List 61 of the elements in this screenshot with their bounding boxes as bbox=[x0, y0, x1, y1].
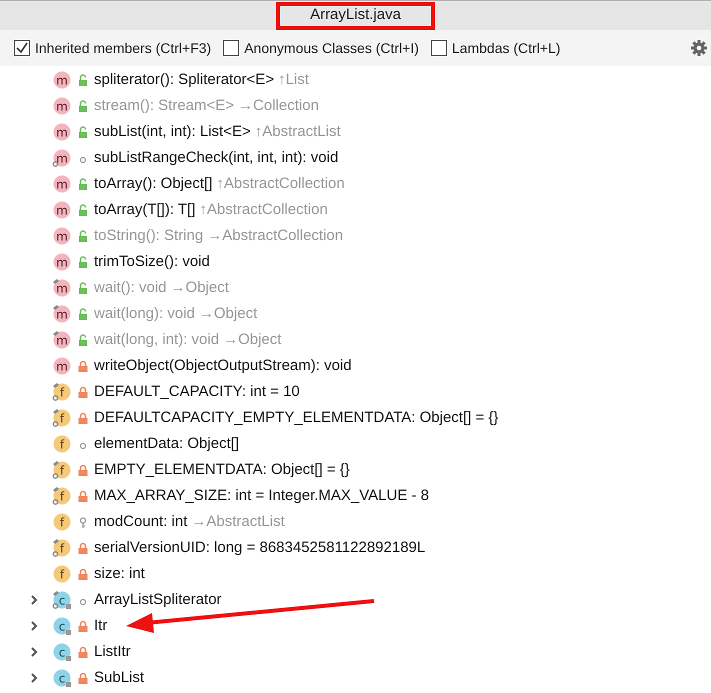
member-label[interactable]: MAX_ARRAY_SIZE: int = Integer.MAX_VALUE - 8 bbox=[94, 484, 430, 508]
method-icon: m bbox=[52, 70, 72, 90]
field-icon: f bbox=[52, 512, 72, 532]
field-icon: f bbox=[52, 434, 72, 454]
member-label[interactable]: DEFAULT_CAPACITY: int = 10 bbox=[94, 380, 300, 404]
origin-label: →Collection bbox=[238, 96, 319, 116]
member-label[interactable]: subListRangeCheck(int, int, int): void bbox=[94, 146, 338, 170]
origin-label: →Object bbox=[198, 304, 258, 324]
checkbox[interactable] bbox=[223, 40, 240, 56]
member-label[interactable]: toArray(): Object[] bbox=[94, 172, 212, 196]
checkbox-label: Anonymous Classes (Ctrl+I) bbox=[244, 38, 419, 58]
method-icon: m bbox=[52, 278, 72, 298]
origin-label: ↑AbstractList bbox=[254, 122, 341, 142]
member-label[interactable]: ListItr bbox=[94, 640, 131, 664]
origin-label: ↑AbstractCollection bbox=[216, 174, 345, 194]
method-icon: m bbox=[52, 330, 72, 350]
member-label[interactable]: spliterator(): Spliterator<E> bbox=[94, 68, 274, 92]
field-icon: f bbox=[52, 486, 72, 506]
field-icon: f bbox=[52, 382, 72, 402]
member-label[interactable]: writeObject(ObjectOutputStream): void bbox=[94, 354, 352, 378]
field-icon: f bbox=[52, 564, 72, 584]
method-icon: m bbox=[52, 356, 72, 376]
member-label[interactable]: elementData: Object[] bbox=[94, 432, 240, 456]
member-label[interactable]: DEFAULTCAPACITY_EMPTY_ELEMENTDATA: Object[] = {} bbox=[94, 406, 498, 430]
method-icon: m bbox=[52, 174, 72, 194]
method-icon: m bbox=[52, 226, 72, 246]
origin-label: →Object bbox=[223, 330, 282, 350]
member-label[interactable]: serialVersionUID: long = 8683452581122892189L bbox=[94, 536, 426, 560]
member-label[interactable]: SubList bbox=[94, 666, 144, 690]
origin-label: →Object bbox=[170, 278, 229, 298]
checkbox[interactable] bbox=[430, 40, 447, 56]
field-icon: f bbox=[52, 538, 72, 558]
origin-label: →AbstractList bbox=[191, 512, 285, 532]
checkbox-label: Inherited members (Ctrl+F3) bbox=[35, 38, 212, 58]
method-icon: m bbox=[52, 148, 72, 168]
member-label[interactable]: trimToSize(): void bbox=[94, 250, 210, 274]
member-label[interactable]: size: int bbox=[94, 562, 145, 586]
settings-icon[interactable] bbox=[691, 40, 707, 56]
method-icon: m bbox=[52, 200, 72, 220]
origin-label: ↑AbstractCollection bbox=[199, 200, 328, 220]
method-icon: m bbox=[52, 122, 72, 142]
method-icon: m bbox=[52, 304, 72, 324]
window-title: ArrayList.java bbox=[276, 2, 435, 30]
member-label[interactable]: toArray(T[]): T[] bbox=[94, 198, 196, 222]
class-icon: c bbox=[52, 668, 72, 688]
member-label[interactable]: subList(int, int): List<E> bbox=[94, 120, 251, 144]
class-icon: c bbox=[52, 616, 72, 636]
member-label[interactable]: ArrayListSpliterator bbox=[94, 588, 222, 612]
method-icon: m bbox=[52, 252, 72, 272]
origin-label: →AbstractCollection bbox=[207, 226, 344, 246]
origin-label: ↑List bbox=[278, 70, 309, 90]
checkbox[interactable] bbox=[14, 40, 30, 56]
field-icon: f bbox=[52, 408, 72, 428]
field-icon: f bbox=[52, 460, 72, 480]
class-icon: c bbox=[52, 642, 72, 662]
member-label[interactable]: Itr bbox=[94, 614, 108, 638]
member-label[interactable]: modCount: int bbox=[94, 510, 188, 534]
member-label[interactable]: EMPTY_ELEMENTDATA: Object[] = {} bbox=[94, 458, 350, 482]
checkbox-label: Lambdas (Ctrl+L) bbox=[452, 38, 560, 58]
class-icon: c bbox=[52, 590, 72, 610]
method-icon: m bbox=[52, 96, 72, 116]
